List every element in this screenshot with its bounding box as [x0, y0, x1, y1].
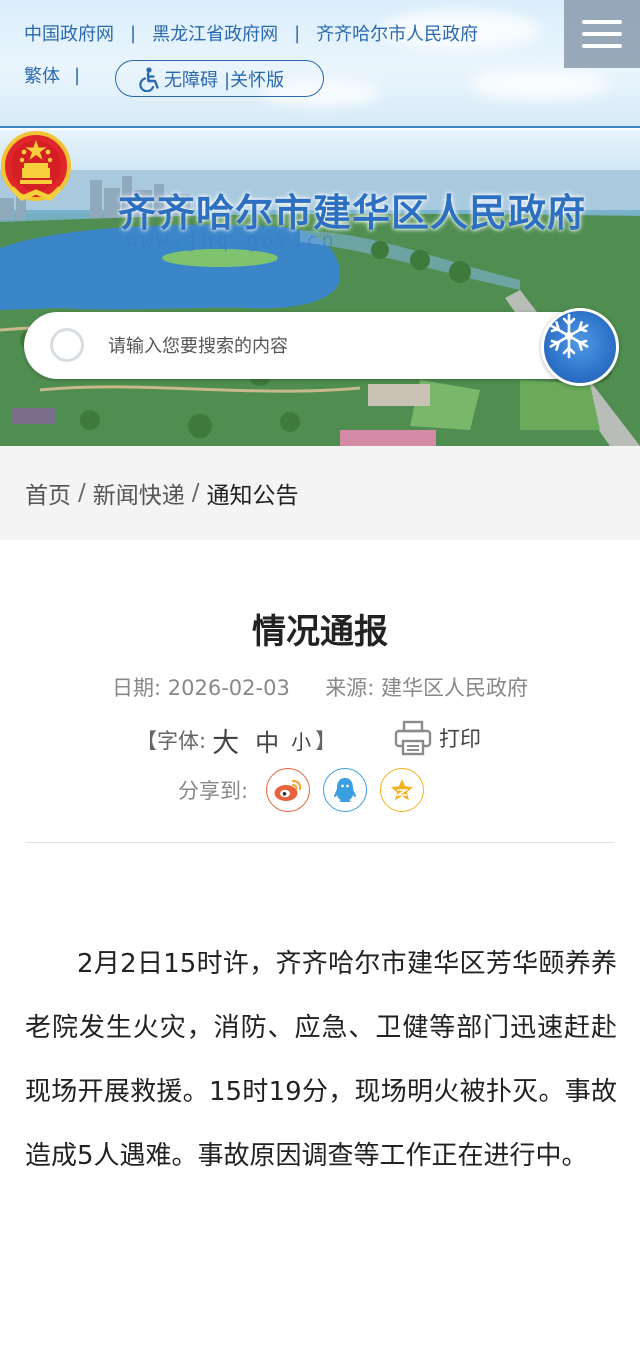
traditional-chinese-link[interactable]: 繁体 [24, 62, 60, 88]
accessibility-label: 无障碍 [164, 69, 218, 91]
separator: | [130, 22, 137, 44]
print-label: 打印 [439, 727, 481, 751]
header-banner: 齐齐哈尔市建华区人民政府 www.jhq.gov.cn [0, 130, 640, 446]
menu-icon-bar [582, 44, 622, 48]
link-hlj-gov[interactable]: 黑龙江省政府网 [152, 20, 278, 46]
top-row2: 繁体 | [24, 62, 80, 88]
font-size-medium-button[interactable]: 中 [255, 723, 279, 758]
breadcrumb-current[interactable]: 通知公告 [207, 476, 299, 510]
breadcrumb-separator: / [78, 480, 86, 506]
date-label: 日期: [112, 676, 162, 700]
font-size-small-button[interactable]: 小 [291, 726, 311, 755]
print-button[interactable]: 打印 [393, 718, 481, 758]
separator: | [74, 64, 81, 86]
font-size-label: 【字体: [136, 729, 207, 753]
font-size-controls: 【字体: 大 中 小 】 [136, 720, 336, 760]
weibo-icon [274, 779, 302, 801]
source-label: 来源: [325, 676, 375, 700]
link-gov-cn[interactable]: 中国政府网 [24, 20, 114, 46]
accessibility-button[interactable]: 无障碍 |关怀版 [115, 60, 324, 97]
share-weibo-button[interactable] [266, 768, 311, 812]
search-button[interactable] [541, 308, 619, 386]
top-links: 中国政府网 | 黑龙江省政府网 | 齐齐哈尔市人民政府 [24, 20, 478, 46]
font-size-large-button[interactable]: 大 [212, 721, 239, 760]
article-meta: 日期: 2026-02-03 来源: 建华区人民政府 [0, 672, 640, 702]
separator: | [294, 22, 301, 44]
article-date: 2026-02-03 [167, 676, 290, 700]
share-qq-button[interactable] [323, 768, 368, 812]
article-source: 建华区人民政府 [380, 676, 528, 700]
menu-icon-bar [582, 20, 622, 24]
share-label: 分享到: [178, 779, 249, 803]
share-qzone-button[interactable] [380, 768, 425, 812]
top-bar: 中国政府网 | 黑龙江省政府网 | 齐齐哈尔市人民政府 繁体 | 无障碍 |关怀… [0, 0, 640, 128]
printer-icon [394, 720, 432, 756]
breadcrumb-separator: / [191, 480, 200, 506]
search-icon [549, 313, 589, 359]
banner-landscape [0, 170, 640, 446]
national-emblem-icon [1, 131, 71, 201]
menu-button[interactable] [564, 0, 640, 68]
font-size-bracket: 】 [315, 729, 337, 753]
site-url: www.jhq.gov.cn [126, 228, 337, 252]
qzone-star-icon [390, 779, 414, 801]
wheelchair-icon [139, 66, 159, 92]
qq-icon [334, 778, 357, 802]
breadcrumb-news[interactable]: 新闻快递 [93, 476, 185, 510]
menu-icon-bar [582, 32, 622, 36]
care-version-label[interactable]: |关怀版 [224, 66, 284, 92]
share-bar: 分享到: [178, 768, 437, 812]
search-bar [24, 312, 614, 379]
article-title: 情况通报 [252, 612, 388, 652]
link-qqhr-gov[interactable]: 齐齐哈尔市人民政府 [316, 20, 478, 46]
article-body: 2月2日15时许，齐齐哈尔市建华区芳华颐养养老院发生火灾，消防、应急、卫健等部门… [25, 949, 617, 1171]
breadcrumb-home[interactable]: 首页 [25, 476, 71, 510]
loading-ring-icon [50, 328, 84, 362]
breadcrumb: 首页 / 新闻快递 / 通知公告 [0, 446, 640, 540]
divider [25, 842, 615, 843]
search-input[interactable] [108, 330, 528, 362]
